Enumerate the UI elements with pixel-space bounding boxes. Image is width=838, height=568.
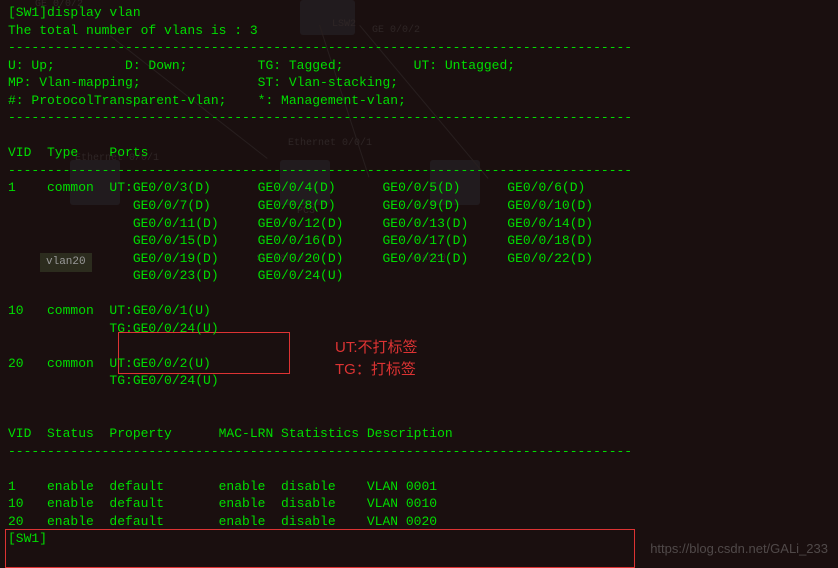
vlan20-row-1: 20 common UT:GE0/0/2(U) — [8, 356, 211, 371]
vlan1-row-3: GE0/0/11(D) GE0/0/12(D) GE0/0/13(D) GE0/… — [8, 216, 593, 231]
vlan10-row-2: TG:GE0/0/24(U) — [8, 321, 219, 336]
dashes-2: ----------------------------------------… — [8, 110, 632, 125]
dashes-4: ----------------------------------------… — [8, 444, 632, 459]
legend-line-3: #: ProtocolTransparent-vlan; *: Manageme… — [8, 93, 406, 108]
status-row-2: 10 enable default enable disable VLAN 00… — [8, 496, 437, 511]
vlan1-row-2: GE0/0/7(D) GE0/0/8(D) GE0/0/9(D) GE0/0/1… — [8, 198, 593, 213]
command: display vlan — [47, 5, 141, 20]
vlan1-row-6: GE0/0/23(D) GE0/0/24(U) — [8, 268, 343, 283]
dashes-1: ----------------------------------------… — [8, 40, 632, 55]
legend-line-2: MP: Vlan-mapping; ST: Vlan-stacking; — [8, 75, 398, 90]
vlan1-row-4: GE0/0/15(D) GE0/0/16(D) GE0/0/17(D) GE0/… — [8, 233, 593, 248]
vlan1-row-1: 1 common UT:GE0/0/3(D) GE0/0/4(D) GE0/0/… — [8, 180, 585, 195]
dashes-3: ----------------------------------------… — [8, 163, 632, 178]
status-row-1: 1 enable default enable disable VLAN 000… — [8, 479, 437, 494]
terminal-output: [SW1]display vlan The total number of vl… — [0, 0, 838, 552]
legend-line-1: U: Up; D: Down; TG: Tagged; UT: Untagged… — [8, 58, 515, 73]
vlan1-row-5: GE0/0/19(D) GE0/0/20(D) GE0/0/21(D) GE0/… — [8, 251, 593, 266]
prompt-end: [SW1] — [8, 531, 47, 546]
header-vid-status: VID Status Property MAC-LRN Statistics D… — [8, 426, 453, 441]
header-vid-type-ports: VID Type Ports — [8, 145, 148, 160]
vlan10-row-1: 10 common UT:GE0/0/1(U) — [8, 303, 211, 318]
prompt-start: [SW1] — [8, 5, 47, 20]
status-row-3: 20 enable default enable disable VLAN 00… — [8, 514, 437, 529]
summary-line: The total number of vlans is : 3 — [8, 23, 258, 38]
vlan20-row-2: TG:GE0/0/24(U) — [8, 373, 219, 388]
